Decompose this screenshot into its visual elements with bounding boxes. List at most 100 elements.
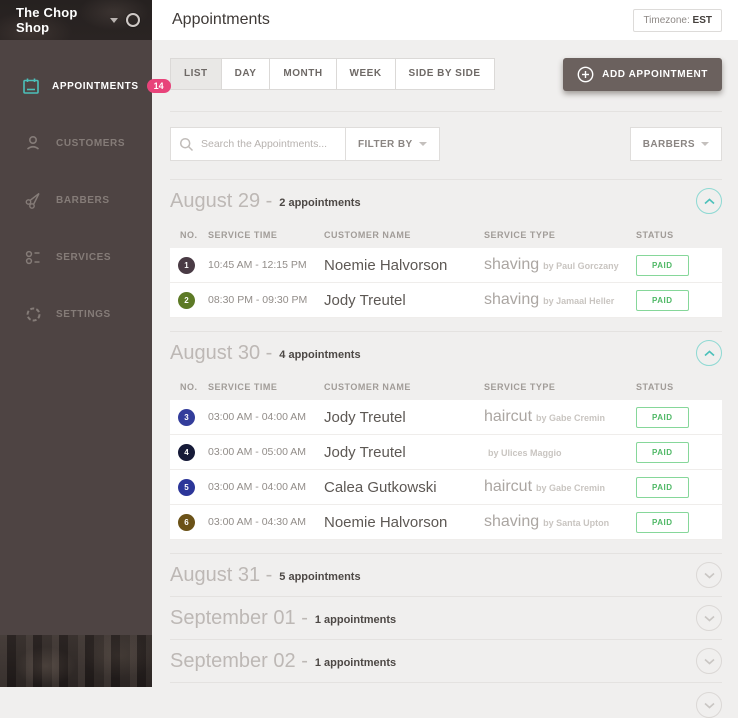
plus-circle-icon — [577, 66, 594, 83]
table-row[interactable]: 5 03:00 AM - 04:00 AM Calea Gutkowski ha… — [170, 470, 722, 505]
col-header-customer-name: CUSTOMER NAME — [324, 382, 484, 392]
section-date: August 31 - — [170, 564, 272, 587]
sidebar-item-label: APPOINTMENTS — [52, 81, 139, 92]
add-appointment-button[interactable]: ADD APPOINTMENT — [563, 58, 722, 91]
section-count: 2 appointments — [279, 193, 360, 209]
appointment-number-badge: 3 — [178, 409, 195, 426]
service-type: shaving — [484, 513, 539, 530]
col-header-service-type: SERVICE TYPE — [484, 230, 636, 240]
filter-by-button[interactable]: FILTER BY — [346, 127, 440, 161]
appointment-number-badge: 1 — [178, 257, 195, 274]
collapse-section-button[interactable] — [696, 188, 722, 214]
list-icon — [22, 246, 44, 268]
content: LIST DAY MONTH WEEK SIDE BY SIDE ADD APP… — [152, 40, 738, 718]
tab-month[interactable]: MONTH — [270, 58, 336, 90]
section-header: August 30 - 4 appointments — [170, 332, 722, 374]
col-header-service-type: SERVICE TYPE — [484, 382, 636, 392]
tab-day[interactable]: DAY — [222, 58, 271, 90]
service-type: shaving — [484, 291, 539, 308]
col-header-no: NO. — [170, 382, 208, 392]
col-header-service-time: SERVICE TIME — [208, 382, 324, 392]
divider — [170, 111, 722, 112]
service-type: haircut — [484, 478, 532, 495]
chevron-down-icon — [704, 566, 715, 584]
status-badge[interactable]: PAID — [636, 290, 689, 311]
appointment-number-badge: 5 — [178, 479, 195, 496]
chevron-up-icon — [704, 192, 715, 210]
status-badge[interactable]: PAID — [636, 477, 689, 498]
status-badge[interactable]: PAID — [636, 407, 689, 428]
section-header: September 01 - 1 appointments — [170, 597, 722, 639]
sidebar-item-label: BARBERS — [56, 195, 110, 206]
chevron-down-icon — [704, 652, 715, 670]
expand-section-button[interactable] — [696, 648, 722, 674]
service-time: 10:45 AM - 12:15 PM — [208, 259, 324, 271]
status-badge[interactable]: PAID — [636, 442, 689, 463]
sidebar: The Chop Shop APPOINTMENTS 14 — [0, 0, 152, 687]
search-box — [170, 127, 346, 161]
sidebar-item-barbers[interactable]: BARBERS — [0, 188, 152, 212]
collapse-section-button[interactable] — [696, 340, 722, 366]
chevron-down-icon — [704, 609, 715, 627]
section-count: 5 appointments — [279, 567, 360, 583]
sidebar-item-services[interactable]: SERVICES — [0, 245, 152, 269]
status-badge[interactable]: PAID — [636, 255, 689, 276]
view-tabs: LIST DAY MONTH WEEK SIDE BY SIDE — [170, 58, 495, 90]
appointment-sections: August 29 - 2 appointments NO. SERVICE T… — [170, 179, 722, 718]
customer-name: Jody Treutel — [324, 292, 484, 309]
chevron-down-icon[interactable] — [110, 18, 118, 23]
toolbar: LIST DAY MONTH WEEK SIDE BY SIDE ADD APP… — [170, 58, 722, 91]
sidebar-item-customers[interactable]: CUSTOMERS — [0, 131, 152, 155]
barbers-filter-button[interactable]: BARBERS — [630, 127, 722, 161]
scissors-icon — [22, 189, 44, 211]
chevron-down-icon — [704, 696, 715, 714]
service-time: 03:00 AM - 05:00 AM — [208, 446, 324, 458]
barbers-label: BARBERS — [643, 139, 695, 150]
add-appointment-label: ADD APPOINTMENT — [602, 69, 708, 80]
status-badge[interactable]: PAID — [636, 512, 689, 533]
main-area: Appointments Timezone: EST LIST DAY MONT… — [152, 0, 738, 687]
section-date: August 29 - — [170, 190, 272, 213]
service-time: 03:00 AM - 04:00 AM — [208, 411, 324, 423]
barber-name: by Ulices Maggio — [488, 448, 562, 458]
filter-row: FILTER BY BARBERS — [170, 127, 722, 161]
tab-side-by-side[interactable]: SIDE BY SIDE — [396, 58, 495, 90]
customer-name: Jody Treutel — [324, 409, 484, 426]
section-count: 1 appointments — [315, 653, 396, 669]
table-row[interactable]: 1 10:45 AM - 12:15 PM Noemie Halvorson s… — [170, 248, 722, 283]
tab-week[interactable]: WEEK — [337, 58, 396, 90]
barber-name: by Paul Gorczany — [543, 261, 619, 271]
appointments-count-badge: 14 — [147, 79, 171, 93]
expand-section-button[interactable] — [696, 562, 722, 588]
sidebar-item-settings[interactable]: SETTINGS — [0, 302, 152, 326]
expand-section-button[interactable] — [696, 605, 722, 631]
timezone-label: Timezone: — [643, 15, 689, 26]
barbershop-photo — [0, 635, 152, 687]
table-header-row: NO. SERVICE TIME CUSTOMER NAME SERVICE T… — [170, 222, 722, 248]
search-input[interactable] — [201, 138, 337, 150]
sidebar-item-label: SETTINGS — [56, 309, 111, 320]
section-header: September 02 - 1 appointments — [170, 640, 722, 682]
appointments-table: 1 10:45 AM - 12:15 PM Noemie Halvorson s… — [170, 248, 722, 318]
table-row[interactable]: 6 03:00 AM - 04:30 AM Noemie Halvorson s… — [170, 505, 722, 540]
timezone-badge[interactable]: Timezone: EST — [633, 9, 722, 32]
service-time: 03:00 AM - 04:30 AM — [208, 516, 324, 528]
gear-icon[interactable] — [126, 13, 140, 27]
section-date: September 01 - — [170, 607, 308, 630]
sidebar-item-appointments[interactable]: APPOINTMENTS 14 — [0, 74, 152, 98]
appointment-number-badge: 2 — [178, 292, 195, 309]
service-time: 08:30 PM - 09:30 PM — [208, 294, 324, 306]
col-header-service-time: SERVICE TIME — [208, 230, 324, 240]
page-header: Appointments Timezone: EST — [152, 0, 738, 40]
expand-section-button[interactable] — [696, 692, 722, 718]
customer-name: Noemie Halvorson — [324, 514, 484, 531]
sidebar-item-label: CUSTOMERS — [56, 138, 125, 149]
brand-header[interactable]: The Chop Shop — [0, 0, 152, 40]
table-row[interactable]: 3 03:00 AM - 04:00 AM Jody Treutel hairc… — [170, 400, 722, 435]
barber-name: by Gabe Cremin — [536, 483, 605, 493]
table-row[interactable]: 2 08:30 PM - 09:30 PM Jody Treutel shavi… — [170, 283, 722, 318]
col-header-status: STATUS — [636, 382, 722, 392]
appointments-table: 3 03:00 AM - 04:00 AM Jody Treutel hairc… — [170, 400, 722, 540]
tab-list[interactable]: LIST — [170, 58, 222, 90]
table-row[interactable]: 4 03:00 AM - 05:00 AM Jody Treutel by Ul… — [170, 435, 722, 470]
